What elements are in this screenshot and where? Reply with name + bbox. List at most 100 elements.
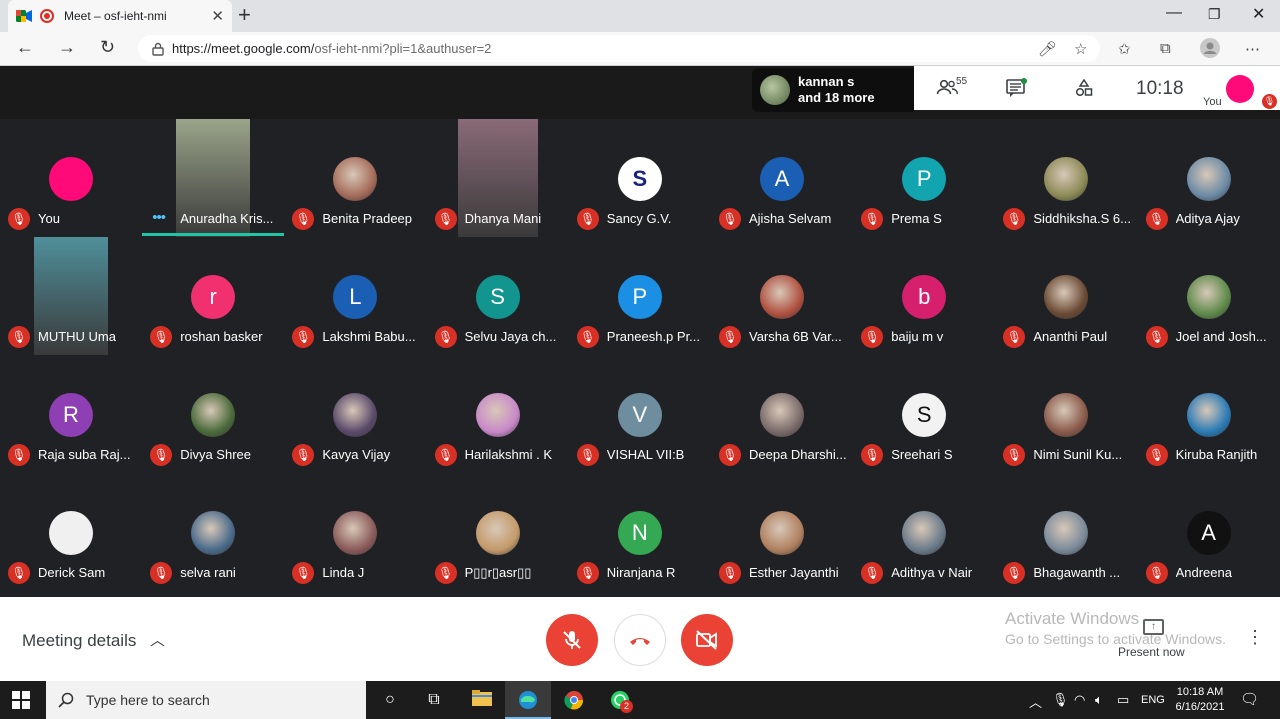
participant-tile[interactable]: 🎙︎ Deepa Dharshi... [711, 355, 853, 473]
mic-off-icon: 🎙︎ [1145, 326, 1168, 348]
volume-icon[interactable]: 🔈︎ [1095, 692, 1103, 708]
windows-start-icon[interactable] [12, 691, 30, 709]
add-favorite-icon[interactable]: ☆ [1074, 40, 1087, 58]
mic-off-icon: 🎙︎ [576, 562, 599, 584]
participant-photo [333, 511, 378, 555]
participant-tile[interactable]: N 🎙︎ Niranjana R [569, 473, 711, 591]
participant-tile[interactable]: 🎙︎ Ananthi Paul [995, 237, 1137, 355]
battery-icon[interactable]: ▭ [1117, 692, 1129, 708]
participant-photo [475, 511, 520, 555]
tab-title: Meet – osf-ieht-nmi [64, 9, 167, 23]
participant-tile[interactable]: S 🎙︎ Selvu Jaya ch... [427, 237, 569, 355]
participant-tile[interactable]: 🎙︎ Varsha 6B Var... [711, 237, 853, 355]
edge-icon[interactable] [517, 690, 539, 710]
participant-tile[interactable]: 🎙︎ Bhagawanth ... [995, 473, 1137, 591]
participant-avatar: N [617, 511, 662, 555]
forward-icon[interactable]: → [58, 37, 76, 58]
minimize-icon[interactable]: — [1166, 4, 1182, 22]
present-screen-icon[interactable]: ↑ [1143, 619, 1164, 635]
present-now-button[interactable]: Present now [1118, 645, 1185, 659]
self-mic-off-icon: 🎙︎ [1262, 94, 1277, 109]
collections-icon[interactable]: ⧉ [1160, 40, 1171, 57]
participant-name: Ajisha Selvam [749, 211, 832, 226]
favorites-icon[interactable]: ✩ [1118, 40, 1131, 58]
reload-icon[interactable]: ↻ [100, 37, 115, 58]
chevron-up-icon[interactable]: ︿ [150, 629, 165, 650]
cortana-icon[interactable]: ○ [379, 690, 401, 710]
tray-mic-icon[interactable]: 🎙︎ [1052, 692, 1069, 708]
browser-tab-meet[interactable]: Meet – osf-ieht-nmi ✕ [8, 0, 232, 32]
participant-tile[interactable]: 🎙︎ Kavya Vijay [284, 355, 426, 473]
participant-tile[interactable]: P 🎙︎ Praneesh.p Pr... [569, 237, 711, 355]
participant-photo [1044, 275, 1089, 319]
microphone-icon[interactable]: 🎤︎ [1038, 40, 1057, 58]
camera-toggle-button[interactable] [681, 614, 733, 666]
taskbar-search-box[interactable]: Type here to search [46, 681, 366, 719]
participant-tile[interactable]: b 🎙︎ baiju m v [853, 237, 995, 355]
participant-tile[interactable]: 🎙︎ Derick Sam [0, 473, 142, 591]
participant-tile[interactable]: 🎙︎ Esther Jayanthi [711, 473, 853, 591]
participant-tile[interactable]: S 🎙︎ Sreehari S [853, 355, 995, 473]
close-tab-icon[interactable]: ✕ [211, 7, 224, 25]
address-bar[interactable]: https://meet.google.com/osf-ieht-nmi?pli… [138, 35, 1100, 62]
more-options-icon[interactable]: ⋮ [1246, 627, 1264, 648]
maximize-icon[interactable]: ❐ [1208, 6, 1221, 23]
participant-tile[interactable]: 🎙︎ Linda J [284, 473, 426, 591]
mic-off-icon: 🎙︎ [150, 444, 173, 466]
meet-top-strip: kannan s and 18 more 55 10:18 You 🎙︎ [0, 66, 1280, 119]
chrome-icon[interactable] [563, 690, 585, 710]
participant-tile[interactable]: 🎙︎ Dhanya Mani [427, 119, 569, 237]
meeting-details-button[interactable]: Meeting details [22, 631, 136, 651]
participant-tile[interactable]: R 🎙︎ Raja suba Raj... [0, 355, 142, 473]
participant-tile[interactable]: 🎙︎ selva rani [142, 473, 284, 591]
participant-tile[interactable]: P 🎙︎ Prema S [853, 119, 995, 237]
mic-off-icon: 🎙︎ [434, 208, 457, 230]
mic-off-icon: 🎙︎ [150, 562, 173, 584]
participant-tile[interactable]: 🎙︎ Nimi Sunil Ku... [995, 355, 1137, 473]
mic-off-icon: 🎙︎ [861, 208, 884, 230]
mic-off-icon: 🎙︎ [861, 562, 884, 584]
chat-icon[interactable] [1006, 78, 1028, 103]
close-window-icon[interactable]: ✕ [1252, 4, 1265, 24]
file-explorer-icon[interactable] [471, 690, 493, 710]
language-indicator[interactable]: ENG [1141, 694, 1165, 706]
participant-tile[interactable]: r 🎙︎ roshan basker [142, 237, 284, 355]
participant-tile[interactable]: A 🎙︎ Ajisha Selvam [711, 119, 853, 237]
participant-name: Praneesh.p Pr... [606, 329, 701, 344]
activities-icon[interactable] [1074, 78, 1094, 103]
people-icon[interactable] [936, 78, 958, 101]
mic-off-icon: 🎙︎ [292, 326, 315, 348]
participant-tile[interactable]: ••• Anuradha Kris... [142, 119, 285, 237]
participant-tile[interactable]: 🎙︎ Kiruba Ranjith [1138, 355, 1280, 473]
presenter-summary[interactable]: kannan s and 18 more [752, 68, 914, 112]
participant-tile[interactable]: 🎙︎ Adithya v Nair [853, 473, 995, 591]
participant-tile[interactable]: 🎙︎ Joel and Josh... [1138, 237, 1280, 355]
participant-tile[interactable]: 🎙︎ Benita Pradeep [284, 119, 426, 237]
back-icon[interactable]: ← [16, 37, 34, 58]
participant-name: Sancy G.V. [606, 211, 672, 226]
participant-tile[interactable]: S 🎙︎ Sancy G.V. [569, 119, 711, 237]
participant-name: Raja suba Raj... [38, 447, 131, 462]
participant-tile[interactable]: V 🎙︎ VISHAL VII:B [569, 355, 711, 473]
participant-tile[interactable]: 🎙︎ Divya Shree [142, 355, 284, 473]
participant-tile[interactable]: 🎙︎ Harilakshmi . K [427, 355, 569, 473]
participant-tile[interactable]: A 🎙︎ Andreena [1138, 473, 1280, 591]
participant-tile[interactable]: 🎙︎ Aditya Ajay [1138, 119, 1280, 237]
participant-tile[interactable]: 🎙︎ Siddhiksha.S 6... [995, 119, 1137, 237]
taskbar-clock[interactable]: 10:18 AM 6/16/2021 [1170, 685, 1230, 715]
mic-off-icon: 🎙︎ [1145, 444, 1168, 466]
settings-more-icon[interactable]: ⋯ [1245, 40, 1260, 58]
participant-tile[interactable]: 🎙︎ MUTHU Uma [0, 237, 142, 355]
profile-avatar[interactable] [1200, 38, 1220, 62]
new-tab-icon[interactable]: + [238, 4, 251, 26]
show-hidden-icons[interactable]: ︿ [1029, 692, 1042, 711]
participant-tile[interactable]: 🎙︎ P▯▯r▯asr▯▯ [427, 473, 569, 591]
notifications-icon[interactable]: 🗨︎ [1240, 690, 1259, 708]
mic-toggle-button[interactable] [546, 614, 598, 666]
task-view-icon[interactable]: ⧉ [423, 690, 445, 710]
participant-name: Dhanya Mani [464, 211, 542, 226]
participant-tile[interactable]: 🎙︎ You [0, 119, 142, 237]
wifi-icon[interactable]: ◠ [1074, 692, 1085, 708]
participant-tile[interactable]: L 🎙︎ Lakshmi Babu... [284, 237, 426, 355]
leave-call-button[interactable] [614, 614, 666, 666]
